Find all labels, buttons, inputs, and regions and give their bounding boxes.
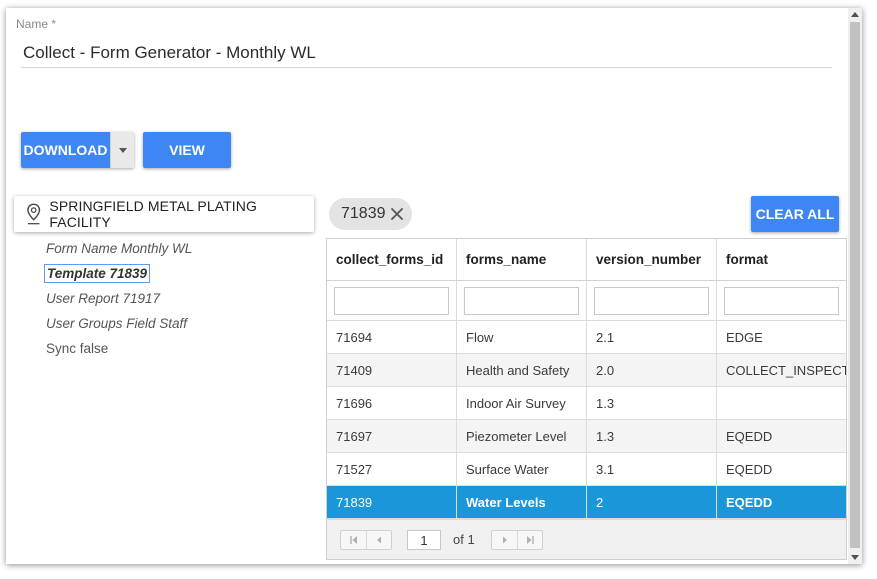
meta-user-report: User Report 71917	[46, 291, 161, 306]
download-split-button: DOWNLOAD	[21, 132, 134, 168]
cell-forms-name: Surface Water	[457, 453, 587, 485]
cell-version: 3.1	[587, 453, 717, 485]
download-dropdown-toggle[interactable]	[110, 132, 134, 168]
filter-cell	[457, 281, 587, 320]
filter-input-forms-name[interactable]	[464, 286, 579, 315]
filter-input-collect-forms-id[interactable]	[334, 286, 449, 315]
cell-forms-name: Water Levels	[457, 486, 587, 518]
cell-forms-name: Indoor Air Survey	[457, 387, 587, 419]
pager-prev-group	[340, 530, 392, 550]
column-header-version-number[interactable]: version_number	[587, 239, 717, 280]
cell-version: 1.3	[587, 387, 717, 419]
meta-form-name: Form Name Monthly WL	[46, 241, 193, 256]
cell-format: EQEDD	[717, 453, 846, 485]
scroll-down-arrow-icon[interactable]	[851, 555, 859, 560]
column-header-collect-forms-id[interactable]: collect_forms_id	[327, 239, 457, 280]
table-row[interactable]: 71527 Surface Water 3.1 EQEDD	[327, 453, 846, 486]
column-header-format[interactable]: format	[717, 239, 846, 280]
cell-format: COLLECT_INSPECTION	[717, 354, 846, 386]
facility-name: SPRINGFIELD METAL PLATING FACILITY	[49, 198, 257, 230]
cell-id: 71697	[327, 420, 457, 452]
filter-chip: 71839	[329, 198, 412, 230]
meta-template[interactable]: Template 71839	[44, 264, 151, 283]
meta-sync: Sync false	[46, 341, 109, 356]
cell-format: EQEDD	[717, 420, 846, 452]
cell-version: 2.0	[587, 354, 717, 386]
filter-cell	[587, 281, 717, 320]
table-row[interactable]: 71697 Piezometer Level 1.3 EQEDD	[327, 420, 846, 453]
cell-format: EQEDD	[717, 486, 846, 518]
cell-forms-name: Health and Safety	[457, 354, 587, 386]
table-row[interactable]: 71696 Indoor Air Survey 1.3	[327, 387, 846, 420]
prev-page-icon	[377, 536, 381, 544]
first-page-icon	[349, 536, 357, 544]
last-page-button[interactable]	[517, 531, 542, 549]
cell-forms-name: Flow	[457, 321, 587, 353]
prev-page-button[interactable]	[366, 531, 391, 549]
cell-id: 71694	[327, 321, 457, 353]
grid-header-row: collect_forms_id forms_name version_numb…	[327, 239, 846, 281]
name-field-label: Name *	[16, 17, 57, 31]
view-button[interactable]: VIEW	[143, 132, 231, 168]
name-field-underline	[21, 67, 832, 68]
table-row-selected[interactable]: 71839 Water Levels 2 EQEDD	[327, 486, 846, 519]
cell-format: EDGE	[717, 321, 846, 353]
vertical-scrollbar[interactable]	[848, 8, 862, 564]
cell-version: 1.3	[587, 420, 717, 452]
form-dialog: Name * Collect - Form Generator - Monthl…	[6, 8, 862, 564]
table-row[interactable]: 71694 Flow 2.1 EDGE	[327, 321, 846, 354]
filter-cell	[717, 281, 846, 320]
download-button[interactable]: DOWNLOAD	[21, 132, 110, 168]
table-row[interactable]: 71409 Health and Safety 2.0 COLLECT_INSP…	[327, 354, 846, 387]
forms-grid: collect_forms_id forms_name version_numb…	[326, 238, 847, 560]
filter-input-version-number[interactable]	[594, 286, 709, 315]
cell-forms-name: Piezometer Level	[457, 420, 587, 452]
close-icon[interactable]	[390, 207, 404, 221]
pager-next-group	[491, 530, 543, 550]
cell-id: 71527	[327, 453, 457, 485]
filter-input-format[interactable]	[724, 286, 839, 315]
scroll-up-arrow-icon[interactable]	[851, 12, 859, 17]
column-header-forms-name[interactable]: forms_name	[457, 239, 587, 280]
grid-pager: of 1	[327, 519, 846, 559]
cell-id: 71409	[327, 354, 457, 386]
page-number-input[interactable]	[407, 530, 441, 550]
filter-cell	[327, 281, 457, 320]
meta-user-groups: User Groups Field Staff	[46, 316, 188, 331]
next-page-button[interactable]	[492, 531, 517, 549]
name-field[interactable]: Collect - Form Generator - Monthly WL	[23, 43, 316, 63]
page-count-label: of 1	[453, 532, 475, 547]
cell-id: 71839	[327, 486, 457, 518]
scrollbar-thumb[interactable]	[850, 22, 860, 548]
cell-id: 71696	[327, 387, 457, 419]
location-pin-icon	[27, 203, 41, 225]
filter-chip-label: 71839	[341, 205, 386, 222]
cell-version: 2	[587, 486, 717, 518]
cell-version: 2.1	[587, 321, 717, 353]
grid-filter-row	[327, 281, 846, 321]
clear-all-button[interactable]: CLEAR ALL	[751, 196, 839, 232]
caret-down-icon	[118, 147, 127, 153]
next-page-icon	[502, 536, 507, 544]
last-page-icon	[527, 536, 534, 544]
cell-format	[717, 387, 846, 419]
first-page-button[interactable]	[341, 531, 366, 549]
facility-card[interactable]: SPRINGFIELD METAL PLATING FACILITY	[14, 196, 314, 232]
